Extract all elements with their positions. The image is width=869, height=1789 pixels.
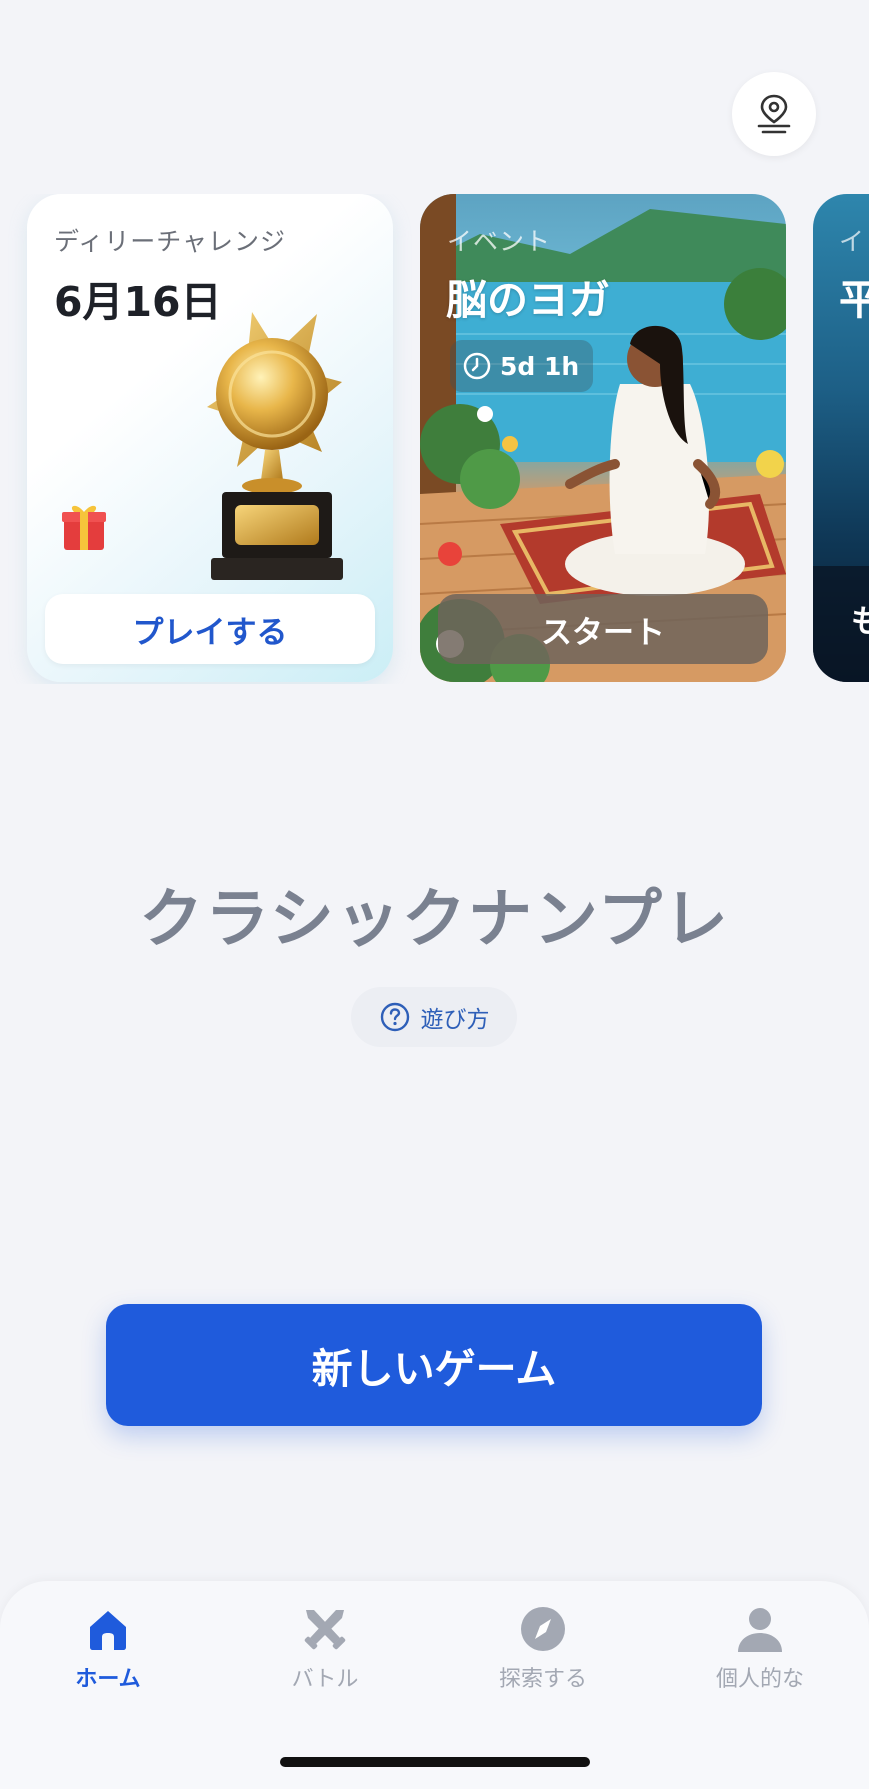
- tab-battle-label: バトル: [291, 1667, 359, 1692]
- event-title: 脳のヨガ: [446, 276, 610, 324]
- tab-battle[interactable]: バトル: [245, 1601, 405, 1693]
- daily-challenge-card[interactable]: ディリーチャレンジ 6月16日 プレイする: [27, 194, 393, 682]
- person-icon: [738, 1608, 782, 1652]
- gift-icon: [62, 505, 106, 550]
- third-card-title: 平: [839, 276, 869, 324]
- third-card-button[interactable]: も: [813, 566, 869, 682]
- clock-icon: [463, 352, 491, 380]
- tab-explore[interactable]: 探索する: [463, 1601, 623, 1693]
- third-card[interactable]: イ 平 も: [813, 194, 869, 682]
- tab-personal-label: 個人的な: [715, 1667, 804, 1692]
- tab-personal[interactable]: 個人的な: [680, 1601, 840, 1693]
- trophy-icon: [207, 312, 343, 580]
- home-indicator: [280, 1757, 590, 1767]
- crossed-swords-icon: [304, 1610, 346, 1650]
- play-button[interactable]: プレイする: [45, 594, 375, 664]
- location-pin-icon: [757, 94, 791, 134]
- how-to-play-button[interactable]: 遊び方: [351, 987, 517, 1047]
- new-game-button[interactable]: 新しいゲーム: [106, 1304, 762, 1426]
- third-card-label: イ: [839, 227, 865, 256]
- compass-icon: [521, 1607, 565, 1651]
- event-card[interactable]: イベント 脳のヨガ 5d 1h スタート: [420, 194, 786, 682]
- tab-home[interactable]: ホーム: [28, 1601, 188, 1693]
- tab-home-label: ホーム: [75, 1667, 141, 1692]
- event-timer-badge: 5d 1h: [450, 340, 594, 392]
- third-card-button-label: も: [851, 604, 869, 640]
- home-icon: [90, 1611, 126, 1650]
- daily-challenge-label: ディリーチャレンジ: [54, 227, 287, 256]
- event-timer-text: 5d 1h: [500, 351, 580, 381]
- event-label: イベント: [447, 227, 552, 256]
- tab-explore-label: 探索する: [498, 1667, 587, 1692]
- how-to-play-label: 遊び方: [420, 1007, 490, 1033]
- location-button[interactable]: [732, 72, 816, 156]
- help-circle-icon: [380, 1002, 409, 1032]
- start-button[interactable]: スタート: [438, 594, 768, 664]
- challenge-carousel[interactable]: ディリーチャレンジ 6月16日 プレイする イベント 脳のヨガ 5d 1h スタ…: [0, 194, 869, 684]
- page-title: クラシックナンプレ: [139, 883, 730, 957]
